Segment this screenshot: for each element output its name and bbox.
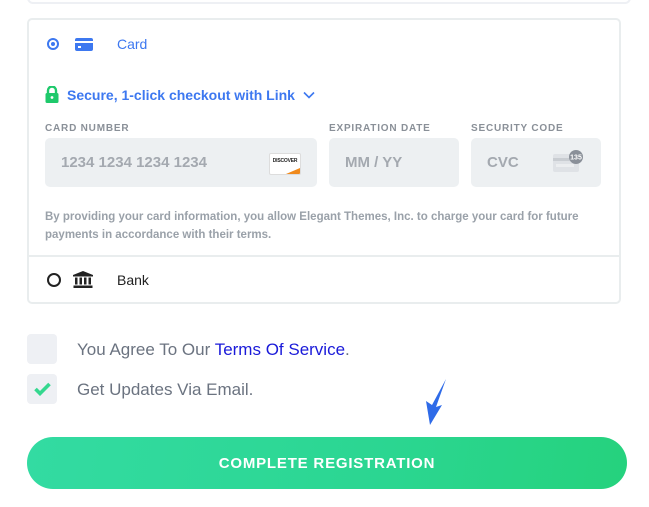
link-checkout-text: Secure, 1-click checkout with Link bbox=[67, 86, 295, 103]
bank-radio[interactable] bbox=[47, 273, 61, 287]
discover-brand-text: DISCOVER bbox=[272, 158, 298, 164]
credit-card-icon bbox=[75, 38, 93, 51]
expiration-date-field[interactable] bbox=[329, 138, 459, 187]
terms-prefix: You Agree To Our bbox=[77, 340, 215, 359]
card-option-label[interactable]: Card bbox=[117, 36, 147, 52]
checkmark-icon bbox=[34, 382, 51, 396]
updates-label: Get Updates Via Email. bbox=[77, 380, 254, 399]
card-number-field[interactable]: DISCOVER bbox=[45, 138, 317, 187]
terms-checkbox[interactable] bbox=[27, 334, 57, 364]
expiration-date-label: EXPIRATION DATE bbox=[329, 123, 431, 134]
updates-checkbox[interactable] bbox=[27, 374, 57, 404]
card-number-label: CARD NUMBER bbox=[45, 123, 130, 134]
discover-icon: DISCOVER bbox=[269, 153, 301, 175]
payment-divider bbox=[29, 255, 619, 257]
security-code-label: SECURITY CODE bbox=[471, 123, 564, 134]
cvc-card-icon: 135 bbox=[553, 150, 583, 172]
previous-section-edge bbox=[27, 0, 631, 4]
terms-label: You Agree To Our Terms Of Service. bbox=[77, 340, 350, 360]
payment-method-panel: Card Secure, 1-click checkout with Link … bbox=[27, 18, 621, 304]
bank-option-label[interactable]: Bank bbox=[117, 272, 149, 288]
security-code-field[interactable]: 135 bbox=[471, 138, 601, 187]
terms-suffix: . bbox=[345, 340, 350, 359]
card-radio[interactable] bbox=[47, 38, 59, 50]
chevron-down-icon bbox=[303, 91, 315, 99]
link-checkout-toggle[interactable]: Secure, 1-click checkout with Link bbox=[45, 86, 315, 103]
terms-of-service-link[interactable]: Terms Of Service bbox=[215, 340, 345, 359]
expiration-date-input[interactable] bbox=[345, 154, 459, 171]
card-authorization-disclaimer: By providing your card information, you … bbox=[45, 211, 579, 241]
lock-icon bbox=[45, 86, 59, 103]
bank-icon bbox=[73, 271, 93, 288]
complete-registration-button[interactable]: COMPLETE REGISTRATION bbox=[27, 437, 627, 489]
cvc-hint-number: 135 bbox=[570, 155, 582, 162]
pointer-arrow-icon bbox=[426, 379, 446, 425]
